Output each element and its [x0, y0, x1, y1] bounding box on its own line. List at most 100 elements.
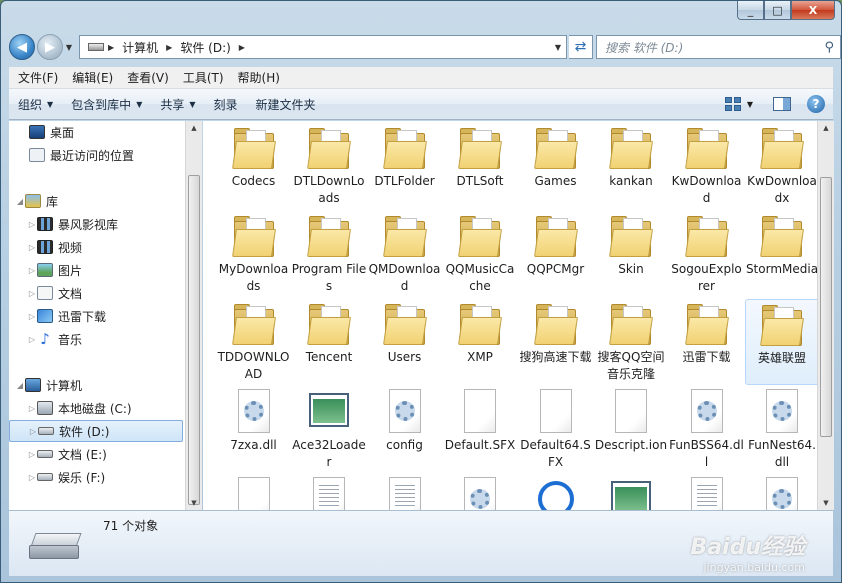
collapsed-arrow-icon[interactable]: ▷ [27, 312, 37, 321]
collapsed-arrow-icon[interactable]: ▷ [27, 243, 37, 252]
folder-item[interactable]: DTLSoft [443, 123, 518, 209]
folder-item[interactable]: TDDOWNLOAD [216, 299, 291, 385]
view-options-dropdown[interactable]: ▼ [747, 100, 753, 109]
breadcrumb-computer[interactable]: 计算机 [118, 39, 162, 56]
folder-item[interactable]: SogouExplorer [669, 211, 744, 297]
change-view-icon[interactable] [724, 97, 741, 111]
preview-pane-icon[interactable] [773, 97, 791, 111]
new-folder-button[interactable]: 新建文件夹 [247, 96, 325, 113]
folder-item[interactable]: QQPCMgr [518, 211, 593, 297]
file-item[interactable] [443, 475, 518, 510]
refresh-button[interactable]: ⇄ [569, 35, 593, 59]
folder-item[interactable]: Codecs [216, 123, 291, 209]
recent-pages-dropdown[interactable]: ▼ [63, 43, 75, 52]
breadcrumb-drive-d[interactable]: 软件 (D:) [176, 39, 234, 56]
folder-item[interactable]: Users [367, 299, 442, 385]
file-item[interactable] [518, 475, 593, 510]
folder-item[interactable]: Program Files [292, 211, 367, 297]
file-item[interactable] [669, 475, 744, 510]
file-item[interactable] [292, 475, 367, 510]
help-icon[interactable]: ? [807, 95, 825, 113]
folder-item[interactable]: 搜狗高速下载 [518, 299, 593, 385]
nav-pictures[interactable]: ▷ 图片 [9, 259, 183, 281]
nav-libraries[interactable]: ◢ 库 [9, 190, 183, 212]
file-item[interactable] [367, 475, 442, 510]
folder-item[interactable]: kankan [594, 123, 669, 209]
menu-view[interactable]: 查看(V) [122, 69, 174, 86]
search-icon[interactable]: ⚲ [824, 40, 834, 55]
collapsed-arrow-icon[interactable]: ▷ [27, 450, 37, 459]
scrollbar-thumb[interactable] [820, 177, 832, 437]
breadcrumb-chevron-icon[interactable]: ▶ [104, 43, 118, 52]
file-item[interactable]: Default64.SFX [518, 387, 593, 473]
expanded-arrow-icon[interactable]: ◢ [15, 381, 25, 390]
file-item[interactable]: Descript.ion [594, 387, 669, 473]
folder-item[interactable]: 英雄联盟 [744, 299, 817, 385]
scroll-up-icon[interactable]: ▲ [818, 121, 834, 135]
folder-item[interactable]: Skin [594, 211, 669, 297]
file-item[interactable]: FunNest64.dll [745, 387, 818, 473]
minimize-button[interactable]: _ [737, 1, 764, 20]
file-list-scrollbar[interactable]: ▲ ▼ [817, 121, 834, 510]
nav-drive-d[interactable]: ▷ 软件 (D:) [9, 420, 183, 442]
collapsed-arrow-icon[interactable]: ▷ [27, 289, 37, 298]
include-in-library-button[interactable]: 包含到库中 ▼ [62, 96, 151, 113]
breadcrumb-chevron-icon[interactable]: ▶ [162, 43, 176, 52]
nav-video[interactable]: ▷ 视频 [9, 236, 183, 258]
scroll-down-icon[interactable]: ▼ [186, 496, 202, 510]
menu-edit[interactable]: 编辑(E) [67, 69, 118, 86]
navigation-pane-scrollbar[interactable]: ▲ ▼ [185, 121, 202, 510]
collapsed-arrow-icon[interactable]: ▷ [28, 427, 38, 436]
folder-item[interactable]: KwDownloadx [745, 123, 818, 209]
collapsed-arrow-icon[interactable]: ▷ [27, 404, 37, 413]
address-dropdown-icon[interactable]: ▼ [550, 43, 566, 52]
nav-xunlei-download[interactable]: ▷ 迅雷下载 [9, 305, 183, 327]
nav-drive-e[interactable]: ▷ 文档 (E:) [9, 443, 183, 465]
collapsed-arrow-icon[interactable]: ▷ [27, 473, 37, 482]
address-bar[interactable]: ▶ 计算机 ▶ 软件 (D:) ▶ ▼ [79, 35, 567, 59]
folder-item[interactable]: QQMusicCache [443, 211, 518, 297]
file-item[interactable]: config [367, 387, 442, 473]
file-item[interactable] [216, 475, 291, 510]
nav-drive-f[interactable]: ▷ 娱乐 (F:) [9, 466, 183, 488]
scroll-down-icon[interactable]: ▼ [818, 496, 834, 510]
maximize-button[interactable]: □ [764, 1, 791, 20]
file-item[interactable] [594, 475, 669, 510]
breadcrumb-chevron-icon[interactable]: ▶ [235, 43, 249, 52]
folder-item[interactable]: MyDownloads [216, 211, 291, 297]
back-button[interactable]: ◀ [9, 34, 35, 60]
folder-item[interactable]: 搜客QQ空间音乐克隆 [594, 299, 669, 385]
folder-item[interactable]: Tencent [292, 299, 367, 385]
nav-storm-library[interactable]: ▷ 暴风影视库 [9, 213, 183, 235]
nav-drive-c[interactable]: ▷ 本地磁盘 (C:) [9, 397, 183, 419]
file-item[interactable]: Default.SFX [443, 387, 518, 473]
menu-help[interactable]: 帮助(H) [233, 69, 285, 86]
nav-music[interactable]: ▷ ♪ 音乐 [9, 328, 183, 350]
expanded-arrow-icon[interactable]: ◢ [15, 197, 25, 206]
folder-item[interactable]: QMDownload [367, 211, 442, 297]
scrollbar-thumb[interactable] [188, 175, 200, 505]
file-item[interactable]: 7zxa.dll [216, 387, 291, 473]
file-item[interactable]: Ace32Loader [292, 387, 367, 473]
file-item[interactable]: FunBSS64.dll [669, 387, 744, 473]
folder-item[interactable]: Games [518, 123, 593, 209]
collapsed-arrow-icon[interactable]: ▷ [27, 220, 37, 229]
nav-desktop[interactable]: 桌面 [9, 121, 183, 143]
folder-item[interactable]: KwDownload [669, 123, 744, 209]
collapsed-arrow-icon[interactable]: ▷ [27, 266, 37, 275]
nav-computer[interactable]: ◢ 计算机 [9, 374, 183, 396]
organize-button[interactable]: 组织 ▼ [9, 96, 62, 113]
folder-item[interactable]: 迅雷下载 [669, 299, 744, 385]
collapsed-arrow-icon[interactable]: ▷ [27, 335, 37, 344]
folder-item[interactable]: XMP [443, 299, 518, 385]
close-button[interactable]: X [791, 1, 835, 20]
share-button[interactable]: 共享 ▼ [151, 96, 204, 113]
menu-tools[interactable]: 工具(T) [178, 69, 229, 86]
burn-button[interactable]: 刻录 [205, 96, 247, 113]
forward-button[interactable]: ▶ [37, 34, 63, 60]
folder-item[interactable]: StormMedia [745, 211, 817, 297]
search-input[interactable]: 搜索 软件 (D:) ⚲ [596, 35, 841, 59]
menu-file[interactable]: 文件(F) [13, 69, 63, 86]
folder-item[interactable]: DTLFolder [367, 123, 442, 209]
nav-documents[interactable]: ▷ 文档 [9, 282, 183, 304]
